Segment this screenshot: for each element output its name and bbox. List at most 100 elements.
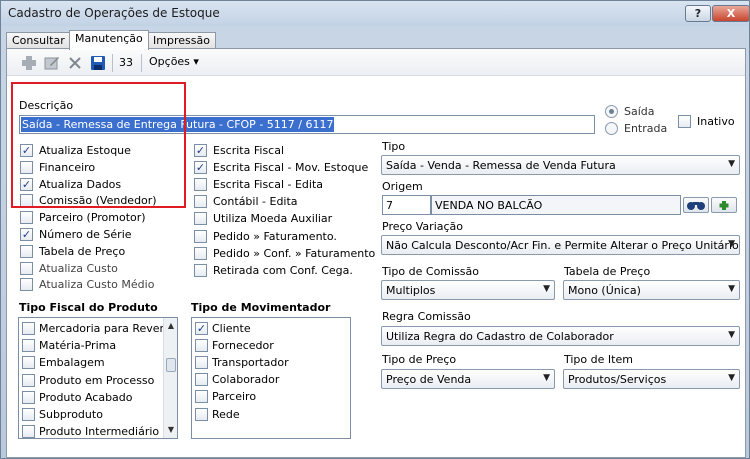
add-origem-button[interactable] [711, 197, 737, 213]
checkbox-box [22, 390, 35, 404]
tabela-preco-value: Mono (Única) [568, 284, 641, 297]
tipo-comissao-select[interactable]: Multiplos ▼ [381, 280, 555, 300]
scroll-up-icon[interactable]: ▲ [165, 320, 177, 332]
record-count: 33 [119, 56, 133, 69]
origem-name-field: VENDA NO BALCÃO [431, 195, 681, 215]
plus-icon [719, 201, 729, 210]
radio-entrada-label: Entrada [624, 122, 668, 135]
tipo-mov-title: Tipo de Movimentador [191, 301, 331, 314]
scroll-thumb[interactable] [166, 358, 176, 372]
origem-code: 7 [386, 199, 393, 212]
fiscal-type-item-label: Produto Intermediário [39, 425, 160, 439]
flag-checkbox-label: Atualiza Custo Médio [39, 278, 155, 292]
chevron-down-icon: ▼ [728, 239, 735, 249]
checkbox-box [195, 356, 208, 370]
tipo-select[interactable]: Saída - Venda - Remessa de Venda Futura … [381, 155, 740, 175]
tipo-label: Tipo [382, 140, 406, 153]
preco-variacao-select[interactable]: Não Calcula Desconto/Acr Fin. e Permite … [381, 235, 740, 255]
flag-checkbox-label: Retirada com Conf. Cega. [213, 263, 353, 277]
fiscal-type-item-label: Subproduto [39, 408, 103, 421]
checkbox-box [22, 356, 35, 370]
add-icon[interactable] [21, 55, 37, 71]
scrollbar[interactable]: ▲ ▼ [163, 318, 177, 438]
movimentador-item-label: Fornecedor [212, 339, 274, 353]
checkbox-box [22, 408, 35, 421]
toolbar-separator [112, 54, 113, 72]
tipo-preco-value: Preço de Venda [386, 373, 472, 386]
edit-icon[interactable] [44, 55, 60, 71]
checkbox-box [194, 212, 207, 226]
checkbox-box [678, 115, 691, 128]
movimentador-item-label: Colaborador [212, 373, 280, 387]
tab-impressao[interactable]: Impressão [147, 32, 216, 49]
tipo-value: Saída - Venda - Remessa de Venda Futura [386, 159, 616, 172]
checkbox-box [20, 278, 33, 292]
check-icon: ✓ [20, 228, 33, 241]
movimentador-item-label: Rede [212, 407, 240, 421]
tab-manutencao[interactable]: Manutenção [69, 30, 149, 50]
checkbox-box [195, 407, 208, 421]
flag-checkbox-label: Escrita Fiscal [213, 144, 285, 157]
chevron-down-icon: ▼ [543, 373, 550, 383]
tipo-fiscal-title: Tipo Fiscal do Produto [19, 301, 158, 314]
chevron-down-icon: ▼ [728, 159, 735, 169]
regra-comissao-select[interactable]: Utiliza Regra do Cadastro de Colaborador… [381, 326, 740, 346]
checkbox-box [20, 244, 33, 258]
fiscal-type-item-label: Produto Acabado [39, 390, 133, 404]
tipo-item-select[interactable]: Produtos/Serviços ▼ [563, 369, 740, 389]
help-button[interactable]: ? [685, 5, 711, 22]
tipo-item-value: Produtos/Serviços [568, 373, 667, 386]
close-button[interactable]: X [712, 5, 750, 22]
flag-checkbox-label: Pedido » Faturamento. [213, 229, 337, 243]
preco-variacao-label: Preço Variação [382, 220, 464, 233]
checkbox-box [194, 195, 207, 209]
checkbox-box [195, 373, 208, 387]
fiscal-type-item-label: Produto em Processo [39, 373, 155, 387]
checkbox-box [20, 261, 33, 275]
check-icon: ✓ [194, 144, 207, 157]
flag-checkbox-label: Pedido » Conf. » Faturamento [213, 246, 376, 260]
title-bar: Cadastro de Operações de Estoque ? X [1, 1, 750, 26]
checkbox-box [22, 322, 35, 335]
binoculars-button[interactable] [683, 197, 709, 213]
tipo-item-label: Tipo de Item [564, 353, 633, 366]
save-icon[interactable] [90, 55, 106, 71]
checkbox-box [20, 211, 33, 225]
tipo-comissao-value: Multiplos [386, 284, 436, 297]
preco-variacao-value: Não Calcula Desconto/Acr Fin. e Permite … [386, 239, 739, 252]
flag-checkbox-label: Número de Série [39, 228, 132, 241]
chevron-down-icon: ▼ [728, 284, 735, 294]
tabela-preco-label: Tabela de Preço [564, 265, 651, 278]
delete-icon[interactable] [67, 55, 83, 71]
origem-name: VENDA NO BALCÃO [435, 199, 543, 212]
tabela-preco-select[interactable]: Mono (Única) ▼ [563, 280, 740, 300]
movimentador-item-label: Cliente [212, 322, 251, 335]
checkbox-box [22, 339, 35, 353]
regra-comissao-label: Regra Comissão [382, 310, 471, 323]
fiscal-type-item-label: Mercadoria para Reven [39, 322, 167, 335]
radio-dot [605, 105, 618, 118]
tab-consultar[interactable]: Consultar [6, 32, 71, 49]
fiscal-type-item-label: Matéria-Prima [39, 339, 117, 353]
tipo-preco-select[interactable]: Preço de Venda ▼ [381, 369, 555, 389]
flag-checkbox-label: Atualiza Custo [39, 261, 118, 275]
chevron-down-icon: ▼ [728, 373, 735, 383]
toolbar: 33 Opções ▾ [7, 49, 745, 76]
radio-dot [605, 122, 618, 135]
chevron-down-icon: ▼ [728, 330, 735, 340]
checkbox-box [194, 246, 207, 260]
check-icon: ✓ [194, 161, 207, 175]
origem-code-input[interactable]: 7 [382, 195, 431, 215]
checkbox-box [195, 390, 208, 404]
highlight-box [11, 82, 186, 208]
checkbox-box [194, 263, 207, 277]
tipo-fiscal-list[interactable]: Mercadoria para Reven Matéria-Prima Embala… [18, 317, 178, 439]
tipo-mov-list[interactable]: ✓ Cliente Fornecedor Transportador Colaborad… [191, 317, 351, 439]
inativo-label: Inativo [697, 115, 735, 128]
chevron-down-icon: ▼ [543, 284, 550, 294]
checkbox-box [194, 229, 207, 243]
check-icon: ✓ [195, 322, 208, 335]
scroll-down-icon[interactable]: ▼ [165, 424, 177, 436]
origem-label: Origem [382, 180, 423, 193]
options-menu[interactable]: Opções ▾ [149, 55, 199, 68]
